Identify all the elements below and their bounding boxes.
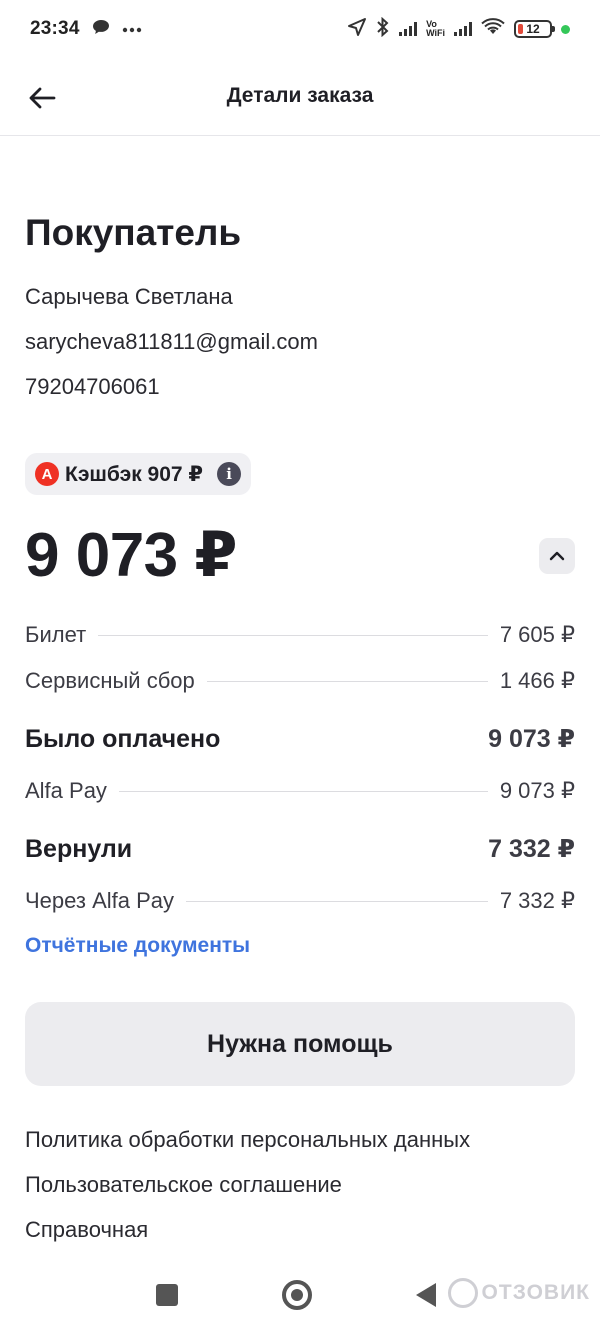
line-label: Alfa Pay [25, 778, 107, 803]
watermark-text: ОТЗОВИК [481, 1281, 590, 1304]
cell-signal-icon [399, 22, 418, 36]
need-help-button[interactable]: Нужна помощь [25, 1002, 575, 1086]
line-label: Вернули [25, 835, 133, 863]
privacy-policy-link[interactable]: Политика обработки персональных данных [25, 1127, 470, 1153]
alfa-bank-logo-icon: А [35, 462, 59, 486]
line-value: 9 073 ₽ [499, 778, 575, 803]
buyer-phone: 79204706061 [25, 374, 160, 399]
line-label: Через Alfa Pay [25, 888, 175, 913]
chevron-up-icon [549, 551, 565, 561]
leader-line [118, 791, 488, 792]
line-value: 1 466 ₽ [499, 668, 575, 693]
wifi-icon [481, 17, 505, 41]
buyer-name: Сарычева Светлана [25, 284, 233, 309]
chat-bubble-icon [92, 19, 110, 40]
bluetooth-icon [376, 16, 390, 42]
line-label: Сервисный сбор [25, 668, 195, 693]
leader-line [206, 681, 488, 682]
vowifi-bottom: WiFi [426, 28, 445, 38]
watermark-logo-icon [447, 1278, 478, 1308]
line-value: 7 332 ₽ [488, 835, 575, 863]
status-time: 23:34 [30, 18, 80, 39]
system-back-button[interactable] [416, 1283, 436, 1307]
watermark: ОТЗОВИК [447, 1278, 590, 1308]
line-value: 9 073 ₽ [488, 725, 575, 753]
leader-line [186, 901, 488, 902]
line-alfa-pay: Alfa Pay 9 073 ₽ [25, 778, 575, 804]
line-value: 7 332 ₽ [499, 888, 575, 913]
info-icon[interactable]: i [217, 462, 242, 486]
cell-signal-2-icon [454, 22, 472, 36]
top-app-bar: Детали заказа [0, 58, 600, 136]
recents-button[interactable] [156, 1284, 178, 1306]
leader-line [98, 635, 488, 636]
collapse-button[interactable] [539, 538, 575, 574]
line-ticket: Билет 7 605 ₽ [25, 622, 575, 648]
line-value: 7 605 ₽ [499, 622, 575, 647]
line-label: Билет [25, 622, 87, 647]
system-navigation-bar: ОТЗОВИК [0, 1262, 600, 1333]
battery-indicator: 12 [514, 20, 555, 38]
line-paid-total: Было оплачено 9 073 ₽ [25, 724, 575, 754]
buyer-section-title: Покупатель [25, 212, 242, 253]
order-total: 9 073 ₽ [25, 521, 238, 590]
page-title: Детали заказа [226, 84, 374, 107]
more-dots-icon [122, 20, 142, 38]
privacy-dot [561, 24, 570, 34]
location-arrow-icon [347, 17, 367, 42]
status-bar: 23:34 Vo WiFi 12 [0, 0, 600, 58]
cashback-badge[interactable]: А Кэшбэк 907 ₽ i [25, 453, 252, 495]
reporting-documents-link[interactable]: Отчётные документы [25, 934, 250, 958]
home-button[interactable] [282, 1280, 312, 1310]
cashback-label: Кэшбэк 907 ₽ [65, 462, 204, 486]
line-refund-alfa-pay: Через Alfa Pay 7 332 ₽ [25, 888, 575, 914]
buyer-email: sarycheva811811@gmail.com [25, 329, 318, 354]
user-agreement-link[interactable]: Пользовательское соглашение [25, 1172, 342, 1198]
line-refunded-total: Вернули 7 332 ₽ [25, 834, 575, 864]
line-label: Было оплачено [25, 725, 221, 753]
help-center-link[interactable]: Справочная [25, 1217, 148, 1243]
vowifi-indicator: Vo WiFi [426, 20, 445, 38]
line-service-fee: Сервисный сбор 1 466 ₽ [25, 668, 575, 694]
